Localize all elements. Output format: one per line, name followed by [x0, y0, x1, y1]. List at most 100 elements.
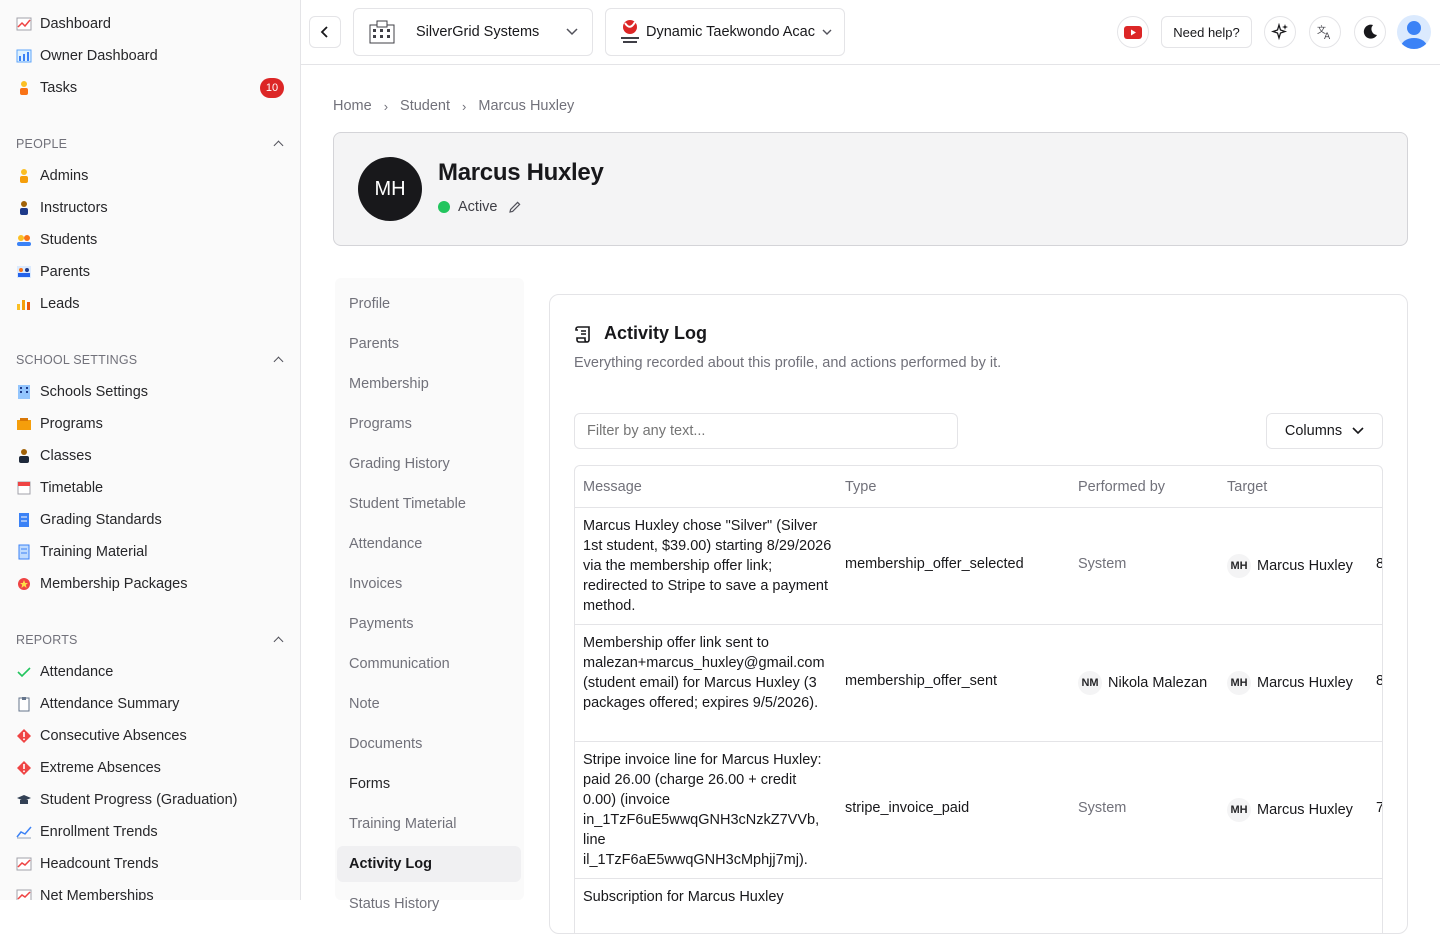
subnav-forms[interactable]: Forms: [337, 766, 521, 802]
activity-log-title: Activity Log: [604, 323, 708, 343]
checkmark-icon: [16, 664, 32, 680]
sidebar-item-extreme-absences[interactable]: Extreme Absences: [16, 756, 161, 780]
column-header-message[interactable]: Message: [583, 466, 642, 507]
youtube-button[interactable]: [1117, 16, 1149, 48]
sidebar-item-dashboard[interactable]: Dashboard: [16, 12, 111, 36]
column-header-performed-by[interactable]: Performed by: [1078, 466, 1165, 507]
subnav-attendance[interactable]: Attendance: [337, 526, 521, 562]
target-avatar: MH: [1227, 671, 1251, 695]
table-row[interactable]: Membership offer link sent to malezan+ma…: [575, 624, 1382, 741]
section-header-people[interactable]: PEOPLE: [16, 134, 284, 154]
edit-pencil-icon[interactable]: [508, 200, 522, 214]
sidebar-item-membership-packages[interactable]: Membership Packages: [16, 572, 188, 596]
table-row[interactable]: Stripe invoice line for Marcus Huxley: p…: [575, 741, 1382, 878]
sidebar-item-label: Leads: [40, 296, 80, 312]
subnav-note[interactable]: Note: [337, 686, 521, 722]
sidebar-item-timetable[interactable]: Timetable: [16, 476, 103, 500]
subnav-status-history[interactable]: Status History: [337, 886, 521, 922]
document-icon: [16, 544, 32, 560]
column-header-type[interactable]: Type: [845, 466, 876, 507]
sidebar-item-training-material[interactable]: Training Material: [16, 540, 147, 564]
sidebar-item-label: Tasks: [40, 80, 78, 96]
sidebar-item-headcount-trends[interactable]: Headcount Trends: [16, 852, 159, 876]
sidebar-item-leads[interactable]: Leads: [16, 292, 80, 316]
subnav-profile[interactable]: Profile: [337, 286, 521, 322]
performer-name[interactable]: Nikola Malezan: [1108, 675, 1207, 691]
target-name[interactable]: Marcus Huxley: [1257, 802, 1353, 818]
breadcrumb-student[interactable]: Student: [400, 98, 450, 114]
grading-book-icon: [16, 512, 32, 528]
tasks-count-badge: 10: [260, 78, 284, 98]
profile-header-card: MH Marcus Huxley Active: [333, 132, 1408, 246]
subnav-programs[interactable]: Programs: [337, 406, 521, 442]
breadcrumb-home[interactable]: Home: [333, 98, 372, 114]
graduation-cap-icon: [16, 792, 32, 808]
section-title: SCHOOL SETTINGS: [16, 353, 138, 367]
columns-button[interactable]: Columns: [1266, 413, 1383, 449]
row-extra: 8: [1376, 673, 1382, 689]
subnav-training-material[interactable]: Training Material: [337, 806, 521, 842]
section-header-reports[interactable]: REPORTS: [16, 630, 284, 650]
subnav-activity-log[interactable]: Activity Log: [337, 846, 521, 882]
subnav-grading-history[interactable]: Grading History: [337, 446, 521, 482]
subnav-student-timetable[interactable]: Student Timetable: [337, 486, 521, 522]
subnav-membership[interactable]: Membership: [337, 366, 521, 402]
profile-name: Marcus Huxley: [438, 159, 604, 186]
sidebar-item-programs[interactable]: Programs: [16, 412, 103, 436]
sidebar-item-student-progress[interactable]: Student Progress (Graduation): [16, 788, 237, 812]
target-name[interactable]: Marcus Huxley: [1257, 558, 1353, 574]
sidebar-item-label: Owner Dashboard: [40, 48, 158, 64]
line-chart-icon: [16, 888, 32, 900]
leads-chart-icon: [16, 296, 32, 312]
sidebar-item-classes[interactable]: Classes: [16, 444, 92, 468]
sidebar-item-label: Attendance: [40, 664, 114, 680]
line-chart-icon: [16, 856, 32, 872]
performer-avatar: NM: [1078, 671, 1102, 695]
subnav-communication[interactable]: Communication: [337, 646, 521, 682]
organization-select[interactable]: SilverGrid Systems: [353, 8, 593, 56]
sidebar-item-students[interactable]: Students: [16, 228, 97, 252]
sidebar-item-parents[interactable]: Parents: [16, 260, 90, 284]
sidebar-item-consecutive-absences[interactable]: Consecutive Absences: [16, 724, 187, 748]
sidebar-item-tasks[interactable]: Tasks: [16, 76, 77, 100]
sidebar-item-schools-settings[interactable]: Schools Settings: [16, 380, 148, 404]
subnav-invoices[interactable]: Invoices: [337, 566, 521, 602]
column-header-target[interactable]: Target: [1227, 466, 1267, 507]
owner-dashboard-icon: [16, 48, 32, 64]
school-select[interactable]: Dynamic Taekwondo Acac: [605, 8, 845, 56]
target-name[interactable]: Marcus Huxley: [1257, 675, 1353, 691]
subnav-payments[interactable]: Payments: [337, 606, 521, 642]
activity-table: Message Type Performed by Target Marcus …: [574, 465, 1383, 933]
dark-mode-toggle[interactable]: [1354, 16, 1386, 48]
table-row[interactable]: Marcus Huxley chose "Silver" (Silver 1st…: [575, 507, 1382, 624]
sidebar-item-net-memberships[interactable]: Net Memberships: [16, 884, 154, 900]
sidebar-item-label: Parents: [40, 264, 90, 280]
chevron-left-icon: [320, 26, 328, 38]
row-message: Membership offer link sent to malezan+ma…: [583, 635, 825, 711]
row-target: MH Marcus Huxley: [1227, 554, 1353, 578]
sidebar-item-label: Programs: [40, 416, 103, 432]
row-type: membership_offer_selected: [845, 556, 1024, 572]
ai-sparkle-button[interactable]: [1264, 16, 1296, 48]
subnav-parents[interactable]: Parents: [337, 326, 521, 362]
sidebar-item-admins[interactable]: Admins: [16, 164, 88, 188]
filter-input[interactable]: [574, 413, 958, 449]
table-row[interactable]: Subscription for Marcus Huxley: [575, 878, 1382, 933]
sidebar-item-attendance-summary[interactable]: Attendance Summary: [16, 692, 179, 716]
sidebar-item-label: Net Memberships: [40, 888, 154, 900]
activity-log-subtitle: Everything recorded about this profile, …: [574, 355, 1002, 371]
sidebar-item-instructors[interactable]: Instructors: [16, 196, 108, 220]
sidebar-item-grading-standards[interactable]: Grading Standards: [16, 508, 162, 532]
building-logo-icon: [369, 20, 395, 44]
chevron-right-icon: ›: [462, 98, 467, 114]
user-avatar-button[interactable]: [1397, 15, 1431, 49]
back-button[interactable]: [309, 16, 341, 48]
section-header-school-settings[interactable]: SCHOOL SETTINGS: [16, 350, 284, 370]
sidebar-item-enrollment-trends[interactable]: Enrollment Trends: [16, 820, 158, 844]
sidebar-item-attendance[interactable]: Attendance: [16, 660, 113, 684]
subnav-documents[interactable]: Documents: [337, 726, 521, 762]
need-help-button[interactable]: Need help?: [1161, 16, 1252, 48]
language-button[interactable]: 文A: [1309, 16, 1341, 48]
sidebar-item-owner-dashboard[interactable]: Owner Dashboard: [16, 44, 158, 68]
sidebar-item-label: Dashboard: [40, 16, 111, 32]
